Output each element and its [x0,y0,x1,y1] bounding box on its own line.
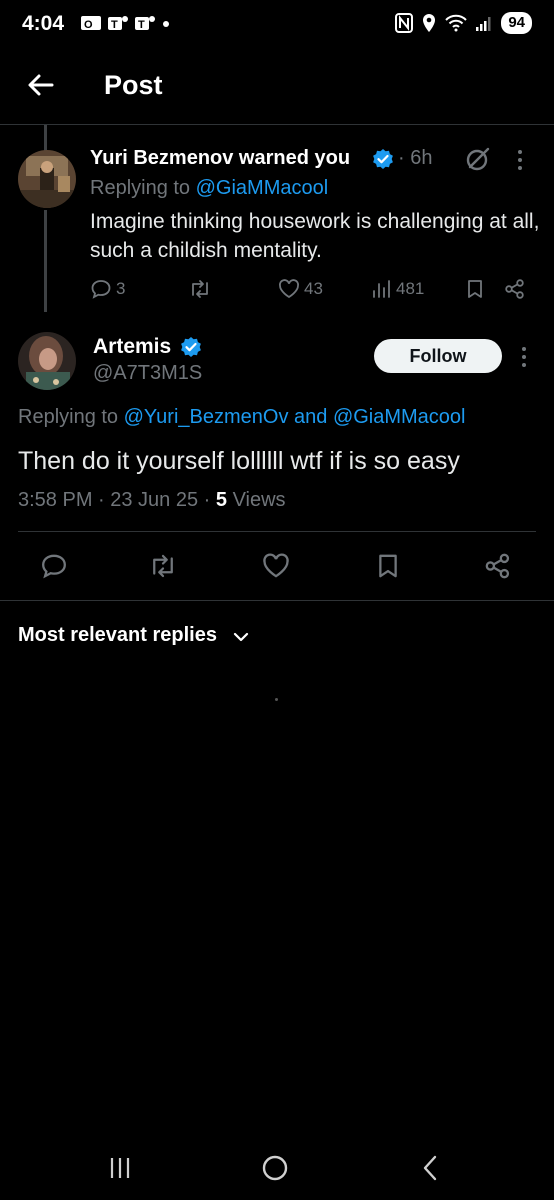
share-icon [505,279,524,299]
heart-icon [278,279,300,299]
post-actions: 3 43 481 [90,278,530,306]
recents-button[interactable] [108,1156,132,1180]
post-text: Then do it yourself lollllll wtf if is s… [18,447,460,475]
repost-icon [153,554,173,578]
teams-icon: T [135,16,155,31]
replying-and: and [288,406,333,428]
replying-prefix: Replying to [90,177,196,199]
page-title: Post [104,70,163,100]
heart-icon [263,553,289,578]
bookmark-button[interactable] [464,278,486,300]
home-button[interactable] [262,1155,288,1181]
location-icon [423,14,436,32]
bookmark-icon [468,280,482,298]
svg-text:T: T [138,19,145,31]
author-handle[interactable]: @A7T3M1S [93,362,202,385]
views-button[interactable]: 481 [370,278,424,300]
post-time: · 6h [398,147,433,169]
verified-badge-icon [180,336,202,358]
outlook-icon: O [81,16,101,31]
header-divider [0,124,554,125]
share-button[interactable] [504,278,526,300]
author-name[interactable]: Yuri Bezmenov warned you [90,147,350,170]
notification-icons: O T T [80,14,171,32]
mention-link[interactable]: @GiaMMacool [333,406,466,428]
bookmark-button[interactable] [374,552,402,580]
like-button[interactable]: 43 [278,278,323,300]
views-label: Views [227,489,286,511]
dot-icon [163,21,169,27]
thread-line [44,210,47,312]
replying-to: Replying to @GiaMMacool [90,177,328,200]
divider [18,531,536,532]
back-button[interactable] [24,68,58,102]
repost-button[interactable] [148,552,178,580]
svg-text:O: O [84,19,93,31]
arrow-left-icon [28,74,54,96]
chevron-left-icon [423,1155,437,1181]
chevron-down-icon[interactable] [232,628,250,646]
verified-badge-icon [372,148,394,170]
status-time: 4:04 [22,12,65,35]
analytics-icon [373,280,390,298]
more-options-icon[interactable] [520,346,528,368]
recents-icon [110,1158,130,1178]
post-timestamp[interactable]: 3:58 PM · 23 Jun 25 · [18,489,216,511]
more-options-icon[interactable] [516,149,524,171]
avatar[interactable] [18,332,76,390]
reply-count: 3 [116,279,126,298]
nfc-icon [395,13,414,33]
signal-icon [476,17,491,31]
post-metadata: 3:58 PM · 23 Jun 25 · 5 Views [18,489,286,512]
wifi-icon [445,14,468,32]
home-icon [262,1155,288,1181]
reply-button[interactable]: 3 [90,278,125,300]
view-count: 481 [396,279,425,298]
system-icons: 94 [395,12,532,34]
replies-sort-label[interactable]: Most relevant replies [18,624,217,647]
replying-prefix: Replying to [18,406,124,428]
views-count: 5 [215,489,228,511]
reply-icon [91,280,111,299]
like-count: 43 [304,279,323,298]
repost-icon [192,280,208,298]
avatar[interactable] [18,150,76,208]
replying-to: Replying to @Yuri_BezmenOv and @GiaMMaco… [18,406,466,429]
divider [0,600,554,601]
like-button[interactable] [262,552,290,580]
mention-link[interactable]: @GiaMMacool [196,177,329,199]
battery-indicator: 94 [501,12,532,34]
bookmark-icon [379,554,397,578]
share-icon [485,553,510,579]
share-button[interactable] [484,552,512,580]
reply-button[interactable] [40,552,68,580]
svg-text:T: T [111,19,118,31]
author-name[interactable]: Artemis [93,335,171,359]
system-back-button[interactable] [420,1154,440,1182]
mention-link[interactable]: @Yuri_BezmenOv [124,406,289,428]
grok-icon[interactable] [464,145,492,173]
reply-icon [42,554,66,579]
follow-button[interactable]: Follow [374,339,502,373]
repost-button[interactable] [188,278,212,300]
post-actions [40,552,520,582]
teams-icon: T [108,16,128,31]
loading-indicator [275,698,278,701]
post-text: Imagine thinking housework is challengin… [90,210,540,262]
thread-line-top [44,125,47,153]
